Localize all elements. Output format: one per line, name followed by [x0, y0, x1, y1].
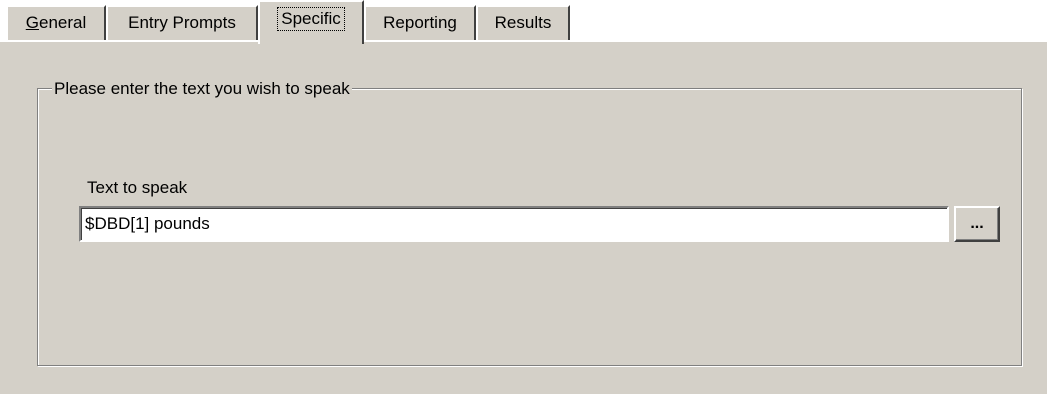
tab-specific[interactable]: Specific — [258, 0, 364, 44]
text-to-speak-label: Text to speak — [87, 178, 188, 197]
tab-reporting[interactable]: Reporting — [364, 5, 476, 40]
tab-specific-label: Specific — [277, 7, 345, 31]
groupbox-title: Please enter the text you wish to speak — [52, 78, 352, 100]
text-to-speak-input[interactable] — [79, 206, 949, 242]
tab-results-label: Results — [494, 13, 552, 32]
tab-results[interactable]: Results — [476, 5, 570, 40]
browse-button[interactable]: ... — [954, 206, 1000, 242]
tab-entry-prompts-label: Entry Prompts — [128, 13, 236, 32]
tab-reporting-label: Reporting — [383, 13, 457, 32]
tab-entry-prompts[interactable]: Entry Prompts — [106, 5, 258, 40]
tab-general[interactable]: General — [6, 5, 106, 40]
properties-dialog: General Entry Prompts Specific Reporting… — [0, 0, 1047, 394]
tab-panel-specific: Please enter the text you wish to speak … — [0, 40, 1047, 394]
tab-general-label: eneral — [38, 13, 87, 32]
tab-general-accel: G — [25, 13, 39, 32]
